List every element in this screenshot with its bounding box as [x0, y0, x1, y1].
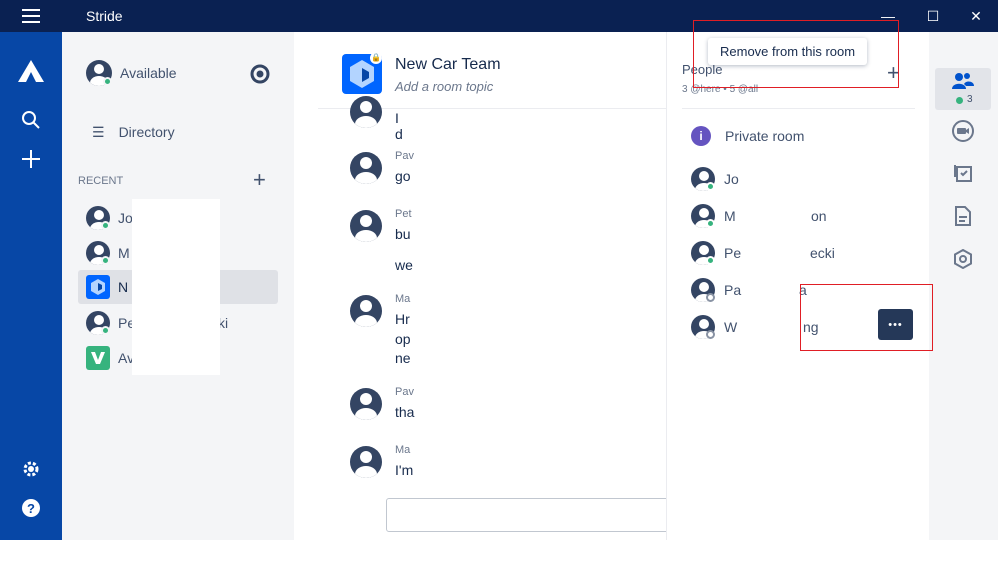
- avatar: [350, 295, 382, 327]
- recent-item-label: N: [118, 279, 129, 295]
- add-conversation-icon[interactable]: +: [253, 169, 266, 191]
- person-name: Pe: [724, 245, 742, 261]
- recent-item[interactable]: Pe ki: [86, 308, 228, 338]
- people-count: 3: [967, 94, 973, 105]
- room-title: New Car Team: [395, 56, 501, 73]
- message: Ma Hr op ne: [350, 293, 411, 366]
- person-name: W: [724, 319, 738, 335]
- room-icon: [86, 275, 110, 299]
- recent-item-room[interactable]: N: [86, 272, 128, 302]
- recent-item-label: M: [118, 245, 130, 261]
- files-icon[interactable]: [950, 203, 976, 229]
- message-text: ne: [395, 350, 411, 366]
- status-target-icon[interactable]: [250, 64, 270, 84]
- message-author: Pav: [395, 386, 414, 398]
- person-row[interactable]: W ng: [691, 313, 819, 341]
- highlight-box: [800, 284, 933, 351]
- presence-dot: [103, 77, 112, 86]
- status-selector[interactable]: Available: [86, 58, 177, 88]
- avatar: [350, 446, 382, 478]
- presence-dot: [706, 219, 715, 228]
- presence-dot: [101, 221, 110, 230]
- highlight-box: [693, 20, 899, 88]
- private-room-label: Private room: [725, 128, 805, 144]
- chat-area: 🔒 New Car Team Add a room topic I d Pav …: [294, 32, 676, 540]
- global-nav: ?: [0, 32, 62, 540]
- message-author: Ma: [395, 293, 411, 305]
- close-button[interactable]: ✕: [956, 0, 996, 32]
- presence-dot: [706, 293, 715, 302]
- settings-gear-icon[interactable]: [16, 454, 46, 484]
- status-label: Available: [120, 65, 177, 81]
- message-text: op: [395, 331, 411, 347]
- avatar: [350, 388, 382, 420]
- actions-icon[interactable]: [950, 160, 976, 186]
- recent-item[interactable]: Jo: [86, 203, 133, 233]
- person-name-suffix: on: [811, 208, 827, 224]
- person-name-suffix: ecki: [810, 245, 835, 261]
- person-name: M: [724, 208, 736, 224]
- directory-label: Directory: [118, 124, 175, 140]
- person-row[interactable]: Jo: [691, 165, 739, 193]
- recent-item[interactable]: M: [86, 238, 130, 268]
- message-text: bu: [395, 226, 411, 242]
- recent-item-room[interactable]: Av: [86, 343, 134, 373]
- message-author: Ma: [395, 444, 411, 456]
- person-name: Jo: [724, 171, 739, 187]
- message-text: go: [395, 168, 411, 184]
- recent-heading: RECENT: [78, 175, 124, 187]
- avatar: [350, 210, 382, 242]
- create-icon[interactable]: [16, 144, 46, 174]
- svg-text:?: ?: [27, 501, 35, 516]
- message-author: Pet: [395, 208, 412, 220]
- avatar: [350, 152, 382, 184]
- presence-dot: [101, 256, 110, 265]
- people-icon[interactable]: [950, 68, 976, 94]
- message-text: I d: [395, 110, 403, 142]
- online-dot: [956, 97, 963, 104]
- private-room-row: i Private room: [691, 122, 804, 150]
- help-icon[interactable]: ?: [16, 493, 46, 523]
- message-text: we: [395, 257, 413, 273]
- room-icon: [86, 346, 110, 370]
- redaction-block: [132, 199, 220, 375]
- atlassian-logo-icon[interactable]: [16, 56, 46, 86]
- person-row[interactable]: Pa a: [691, 276, 807, 304]
- presence-dot: [101, 326, 110, 335]
- maximize-button[interactable]: ☐: [913, 0, 953, 32]
- video-call-icon[interactable]: [950, 118, 976, 144]
- message-input[interactable]: [386, 498, 676, 532]
- person-row[interactable]: Pe ecki: [691, 239, 835, 267]
- message: Pav tha: [350, 386, 414, 420]
- list-icon: ☰: [92, 123, 105, 140]
- search-icon[interactable]: [16, 105, 46, 135]
- right-nav: 3: [929, 32, 998, 540]
- message-text: I'm: [395, 462, 414, 478]
- room-topic[interactable]: Add a room topic: [395, 79, 493, 94]
- sidebar: Available ☰ Directory RECENT + Jo M N Pe…: [62, 32, 294, 540]
- message: Pav go: [350, 150, 414, 184]
- message-text: Hr: [395, 311, 410, 327]
- avatar: [350, 96, 382, 128]
- panel-divider: [682, 108, 915, 109]
- message-author: Pav: [395, 150, 414, 162]
- message: Ma I'm: [350, 444, 413, 478]
- room-avatar-icon: 🔒: [342, 52, 382, 94]
- directory-link[interactable]: ☰ Directory: [92, 117, 175, 147]
- presence-dot: [706, 256, 715, 265]
- message: Pet bu we: [350, 208, 413, 273]
- app-title: Stride: [86, 8, 123, 24]
- person-name: Pa: [724, 282, 742, 298]
- presence-dot: [706, 330, 715, 339]
- message-text: tha: [395, 404, 415, 420]
- presence-dot: [706, 182, 715, 191]
- recent-item-label: Jo: [118, 210, 133, 226]
- lock-icon: 🔒: [370, 52, 382, 64]
- person-row[interactable]: M on: [691, 202, 827, 230]
- room-settings-icon[interactable]: [950, 246, 976, 272]
- info-icon: i: [691, 126, 711, 146]
- hamburger-menu-icon[interactable]: [22, 9, 40, 23]
